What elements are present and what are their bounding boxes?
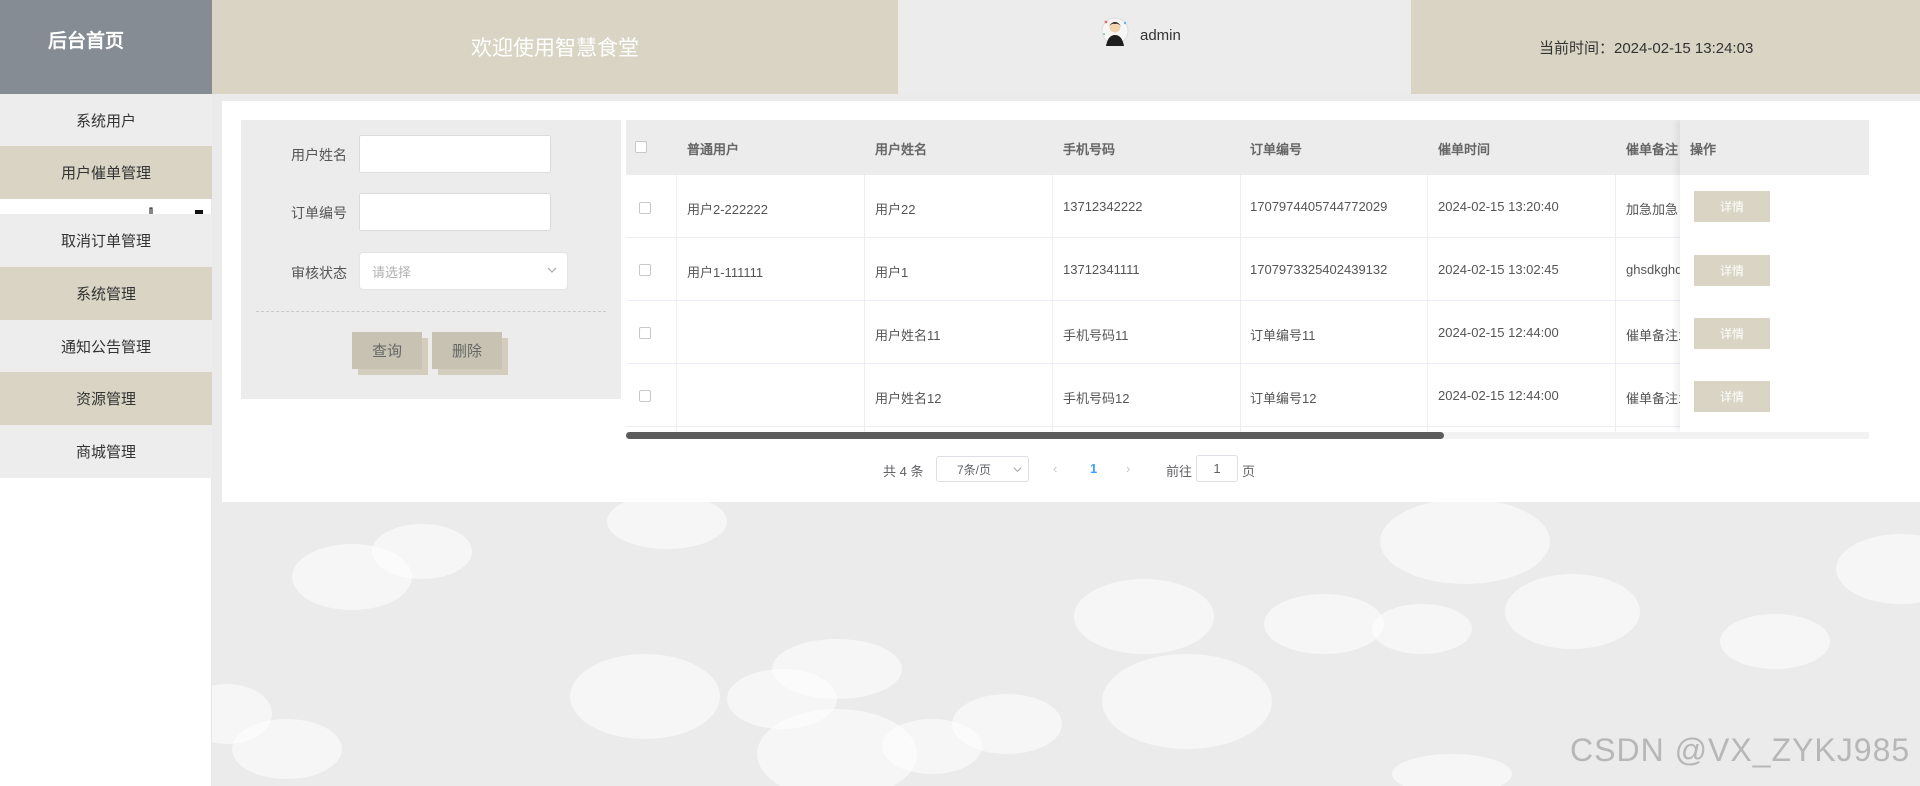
row-checkbox[interactable] <box>639 327 651 339</box>
cell-name: 用户姓名11 <box>875 328 941 343</box>
top-bar: 后台首页 欢迎使用智慧食堂 admin 当前时间：2024-02-15 13:2… <box>0 0 1920 94</box>
cell-user: 用户1-111111 <box>687 265 764 280</box>
detail-button[interactable]: 详情 <box>1694 381 1770 412</box>
chevron-down-icon <box>547 267 557 273</box>
cell-time: 2024-02-15 13:20:40 <box>1438 199 1559 214</box>
column-divider <box>1427 175 1428 432</box>
sidebar-item-label: 系统管理 <box>75 286 136 303</box>
col-header-order[interactable]: 订单编号 <box>1250 139 1302 158</box>
sidebar-item-resources[interactable]: 资源管理 <box>0 372 212 425</box>
sidebar-item-cancel-orders[interactable]: 取消订单管理 <box>0 214 212 267</box>
page-suffix: 页 <box>1242 464 1256 479</box>
row-checkbox[interactable] <box>639 390 651 402</box>
goto-page-input[interactable] <box>1196 455 1238 482</box>
delete-button[interactable]: 删除 <box>432 332 502 369</box>
cell-user: 用户2-222222 <box>687 202 768 217</box>
watermark: CSDN @VX_ZYKJ985 <box>1570 732 1911 768</box>
cell-remark: 加急加急 <box>1626 202 1679 217</box>
sidebar-item-system-users[interactable]: 系统用户 <box>0 94 212 147</box>
col-header-remark[interactable]: 催单备注 <box>1626 139 1678 158</box>
user-box: admin <box>898 0 1411 94</box>
query-button[interactable]: 查询 <box>352 332 422 369</box>
total-count: 共 4 条 <box>883 464 924 479</box>
cell-name: 用户姓名12 <box>875 391 942 406</box>
name-field[interactable] <box>359 135 551 173</box>
form-divider <box>256 311 606 312</box>
detail-button[interactable]: 详情 <box>1694 191 1770 222</box>
column-divider <box>864 175 865 432</box>
cell-name: 用户22 <box>875 202 916 217</box>
row-checkbox[interactable] <box>639 264 651 276</box>
avatar[interactable] <box>1100 16 1130 50</box>
sidebar-item-label: 商城管理 <box>75 444 136 461</box>
col-header-name[interactable]: 用户姓名 <box>875 139 927 158</box>
time-box: 当前时间：2024-02-15 13:24:03 <box>1411 0 1920 94</box>
username[interactable]: admin <box>1140 27 1181 44</box>
current-time: 当前时间：2024-02-15 13:24:03 <box>1539 39 1754 57</box>
sidebar-item-system-management[interactable]: 系统管理 <box>0 267 212 320</box>
cell-time: 2024-02-15 12:44:00 <box>1438 388 1559 403</box>
cell-phone: 13712341111 <box>1063 262 1140 277</box>
column-divider <box>1240 175 1241 432</box>
goto-label: 前往 <box>1166 464 1193 479</box>
home-link[interactable]: 后台首页 <box>0 0 212 94</box>
column-divider <box>1052 175 1053 432</box>
page-size-select[interactable]: 7条/页 <box>936 456 1029 482</box>
data-table: 普通用户 用户姓名 手机号码 订单编号 催单时间 催单备注 用户2-222222… <box>626 120 1869 437</box>
order-number-field[interactable] <box>359 193 551 231</box>
status-placeholder: 请选择 <box>372 264 412 280</box>
col-header-phone[interactable]: 手机号码 <box>1063 139 1115 158</box>
prev-page-icon[interactable]: ‹ <box>1053 461 1057 476</box>
cell-time: 2024-02-15 12:44:00 <box>1438 325 1559 340</box>
cell-phone: 手机号码12 <box>1063 391 1130 406</box>
status-select[interactable]: 请选择 <box>359 252 568 290</box>
chevron-down-icon <box>1013 467 1022 473</box>
welcome-banner: 欢迎使用智慧食堂 <box>212 0 898 94</box>
col-header-user[interactable]: 普通用户 <box>687 139 739 158</box>
next-page-icon[interactable]: › <box>1126 461 1130 476</box>
name-field-label: 用户姓名 <box>291 147 347 163</box>
order-field-label: 订单编号 <box>291 205 347 221</box>
sidebar-item-label: 通知公告管理 <box>60 339 151 356</box>
brand-title: 后台首页 <box>47 30 124 52</box>
sidebar-item-label: 取消订单管理 <box>60 233 151 250</box>
column-divider <box>1615 175 1616 432</box>
horizontal-scrollbar[interactable] <box>626 432 1444 439</box>
sidebar-item-label: 系统用户 <box>75 113 136 130</box>
row-checkbox[interactable] <box>639 202 651 214</box>
actions-header: 操作 <box>1680 120 1869 175</box>
cell-order: 订单编号11 <box>1250 328 1316 343</box>
page-size-value: 7条/页 <box>957 462 992 477</box>
cell-order: 1707973325402439132 <box>1250 262 1388 277</box>
cell-order: 1707974405744772029 <box>1250 199 1388 214</box>
sidebar-item-label: 资源管理 <box>75 391 136 408</box>
detail-button[interactable]: 详情 <box>1694 255 1770 286</box>
welcome-text: 欢迎使用智慧食堂 <box>471 36 639 60</box>
select-all-checkbox[interactable] <box>635 141 647 153</box>
detail-button[interactable]: 详情 <box>1694 318 1770 349</box>
col-header-actions: 操作 <box>1690 142 1717 157</box>
cell-time: 2024-02-15 13:02:45 <box>1438 262 1559 277</box>
sidebar-item-notices[interactable]: 通知公告管理 <box>0 320 212 373</box>
col-header-time[interactable]: 催单时间 <box>1438 139 1490 158</box>
sidebar-item-urge-orders[interactable]: 用户催单管理 <box>0 146 212 199</box>
cell-phone: 手机号码11 <box>1063 328 1129 343</box>
cell-name: 用户1 <box>875 265 909 280</box>
sidebar-item-label: 用户催单管理 <box>60 165 151 182</box>
column-divider <box>676 175 677 432</box>
cell-phone: 13712342222 <box>1063 199 1143 214</box>
status-field-label: 审核状态 <box>291 265 347 281</box>
actions-column: 操作 详情 详情 详情 详情 <box>1680 120 1869 432</box>
cell-order: 订单编号12 <box>1250 391 1317 406</box>
sidebar-item-mall[interactable]: 商城管理 <box>0 425 212 478</box>
page-number[interactable]: 1 <box>1090 461 1097 476</box>
